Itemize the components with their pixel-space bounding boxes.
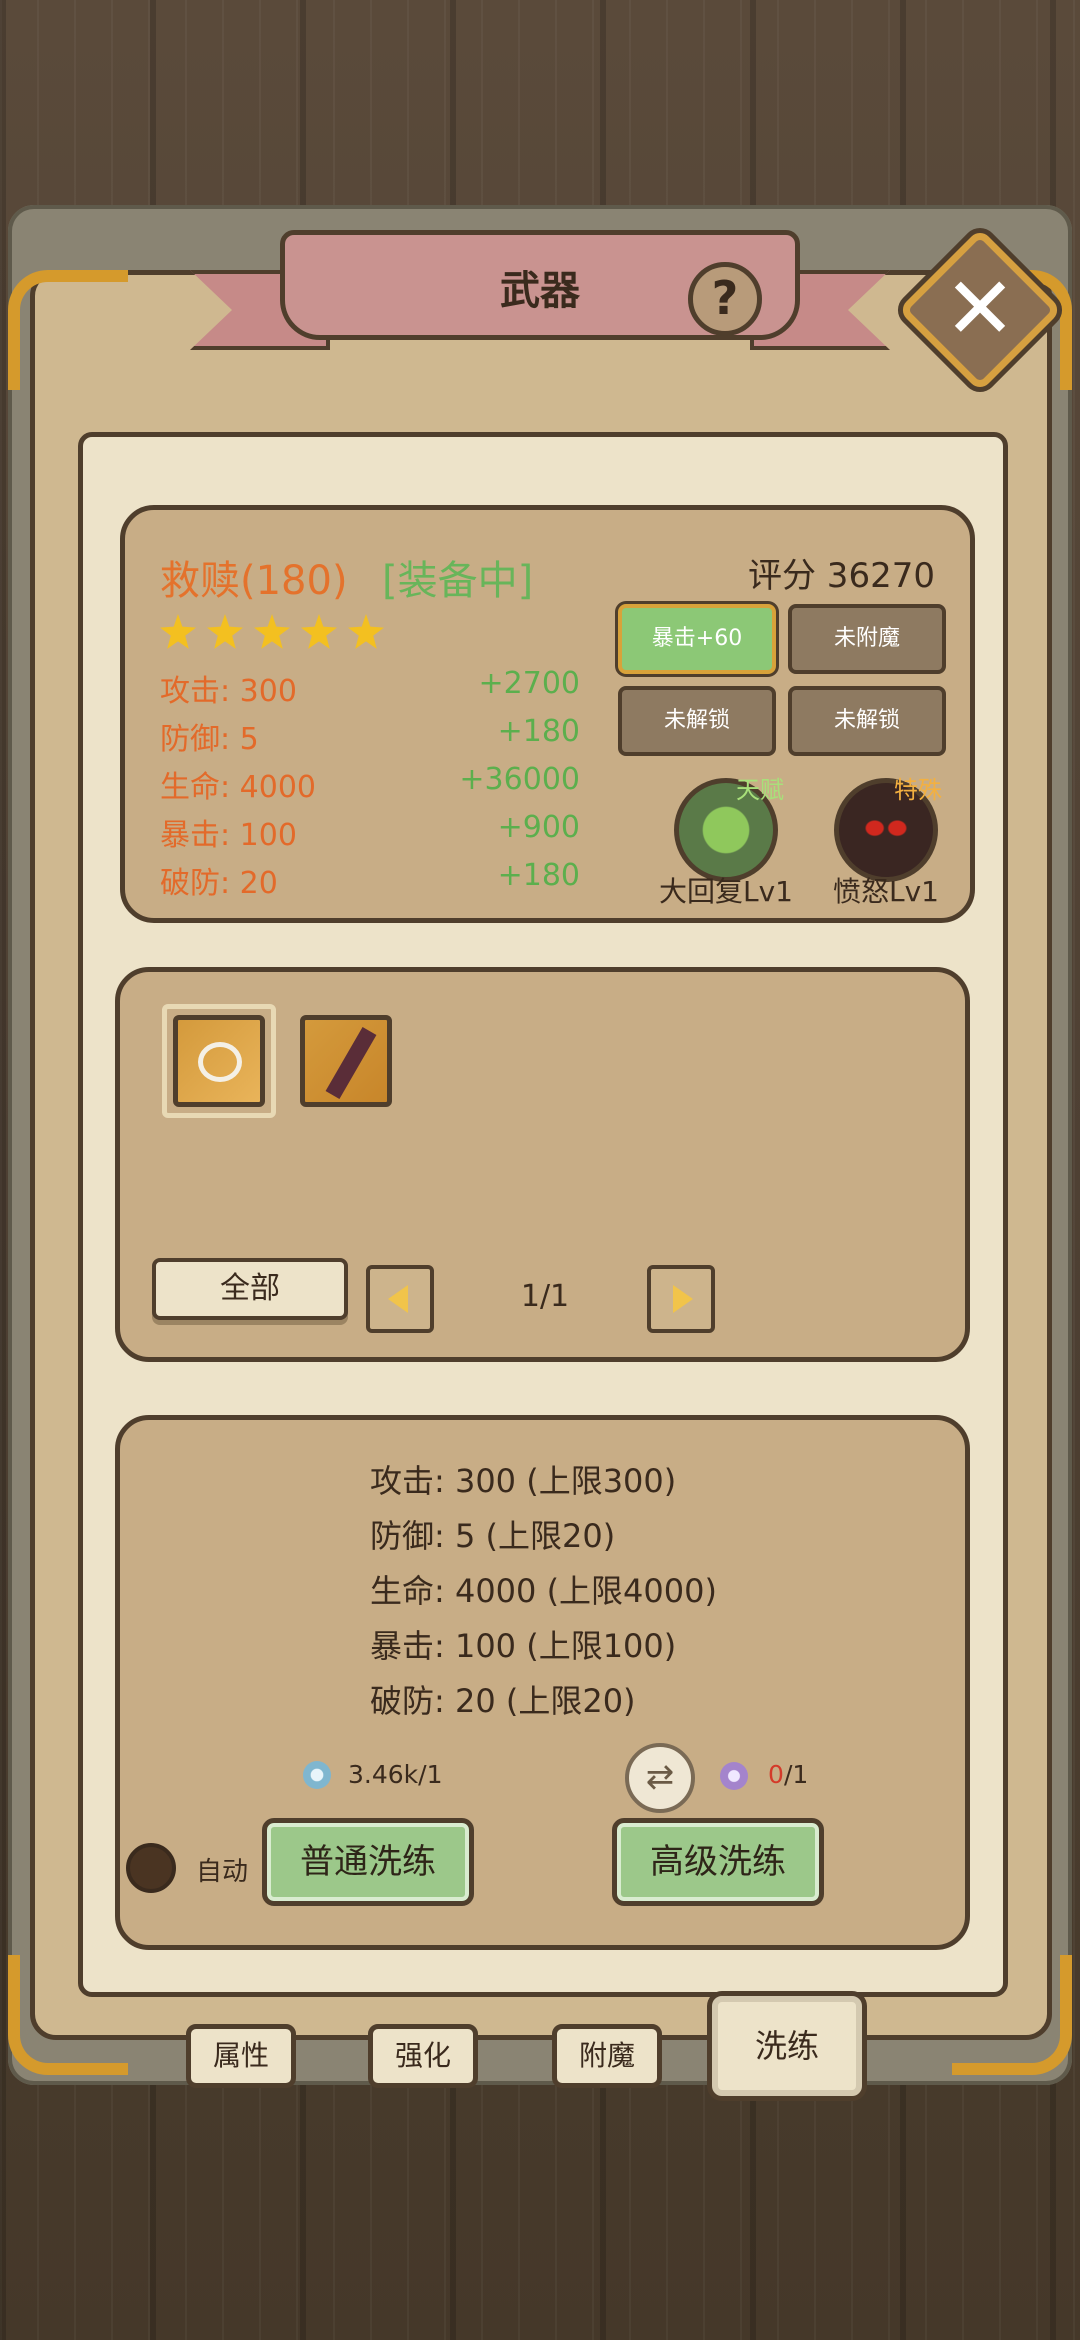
- skill-tag: 特殊: [894, 776, 942, 804]
- stat-limit-line: 生命: 4000 (上限4000): [370, 1572, 717, 1610]
- stat-row: 破防: 20 +180: [160, 858, 580, 902]
- tab-attributes[interactable]: 属性: [186, 2024, 296, 2088]
- close-icon: ✕: [943, 259, 1017, 359]
- sword-icon: [325, 1026, 377, 1100]
- stat-limit-line: 攻击: 300 (上限300): [370, 1462, 677, 1500]
- gem-icon: [720, 1762, 748, 1790]
- help-button[interactable]: ?: [688, 262, 762, 336]
- stat-bonus: +900: [497, 810, 580, 845]
- page-indicator: 1/1: [520, 1279, 570, 1314]
- swap-button[interactable]: ⇄: [625, 1743, 695, 1813]
- skill-name: 大回复Lv1: [659, 875, 793, 908]
- enchant-slot-3[interactable]: 未解锁: [618, 686, 776, 756]
- stat-label: 生命: 4000: [160, 770, 316, 805]
- stat-bonus: +2700: [478, 666, 580, 701]
- close-button[interactable]: ✕: [897, 227, 1063, 393]
- stat-row: 防御: 5 +180: [160, 714, 580, 758]
- stat-row: 生命: 4000 +36000: [160, 762, 580, 806]
- stat-row: 暴击: 100 +900: [160, 810, 580, 854]
- advanced-cost-need: /1: [784, 1760, 809, 1789]
- chevron-left-icon: [388, 1285, 408, 1313]
- advanced-reforge-button[interactable]: 高级洗练: [612, 1818, 824, 1906]
- stat-bonus: +36000: [459, 762, 580, 797]
- tab-enchant[interactable]: 附魔: [552, 2024, 662, 2088]
- ring-item-icon[interactable]: [173, 1015, 265, 1107]
- filter-all-button[interactable]: 全部: [152, 1258, 348, 1320]
- tab-enhance[interactable]: 强化: [368, 2024, 478, 2088]
- frame-corner-decoration: [8, 270, 128, 390]
- enchant-slot-2[interactable]: 未附魔: [788, 604, 946, 674]
- swap-icon: ⇄: [645, 1757, 675, 1797]
- stat-limit-line: 防御: 5 (上限20): [370, 1517, 616, 1555]
- item-score: 评分 36270: [748, 556, 935, 596]
- crystal-icon: [303, 1761, 331, 1789]
- next-page-button[interactable]: [647, 1265, 715, 1333]
- equipped-status: [装备中]: [382, 558, 534, 604]
- stat-bonus: +180: [497, 858, 580, 893]
- stat-bonus: +180: [497, 714, 580, 749]
- ring-icon: [198, 1042, 242, 1082]
- prev-page-button[interactable]: [366, 1265, 434, 1333]
- tab-reforge[interactable]: 洗练: [712, 1996, 862, 2096]
- enchant-slot-1[interactable]: 暴击+60: [618, 604, 776, 674]
- enchant-slot-4[interactable]: 未解锁: [788, 686, 946, 756]
- advanced-cost-have: 0: [768, 1760, 784, 1789]
- stat-row: 攻击: 300 +2700: [160, 666, 580, 710]
- stat-label: 破防: 20: [160, 866, 278, 901]
- auto-toggle[interactable]: [126, 1843, 176, 1893]
- chevron-right-icon: [673, 1285, 693, 1313]
- sword-item-icon[interactable]: [300, 1015, 392, 1107]
- stat-limit-line: 暴击: 100 (上限100): [370, 1627, 677, 1665]
- basic-reforge-button[interactable]: 普通洗练: [262, 1818, 474, 1906]
- stat-label: 攻击: 300: [160, 674, 297, 709]
- auto-label: 自动: [196, 1857, 249, 1887]
- skill-name: 愤怒Lv1: [833, 875, 939, 908]
- skill-tag: 天赋: [736, 776, 784, 804]
- stat-label: 防御: 5: [160, 722, 259, 757]
- basic-cost: 3.46k/1: [348, 1760, 443, 1789]
- item-name: 救赎(180): [160, 558, 348, 604]
- stat-label: 暴击: 100: [160, 818, 297, 853]
- stat-limit-line: 破防: 20 (上限20): [370, 1682, 636, 1720]
